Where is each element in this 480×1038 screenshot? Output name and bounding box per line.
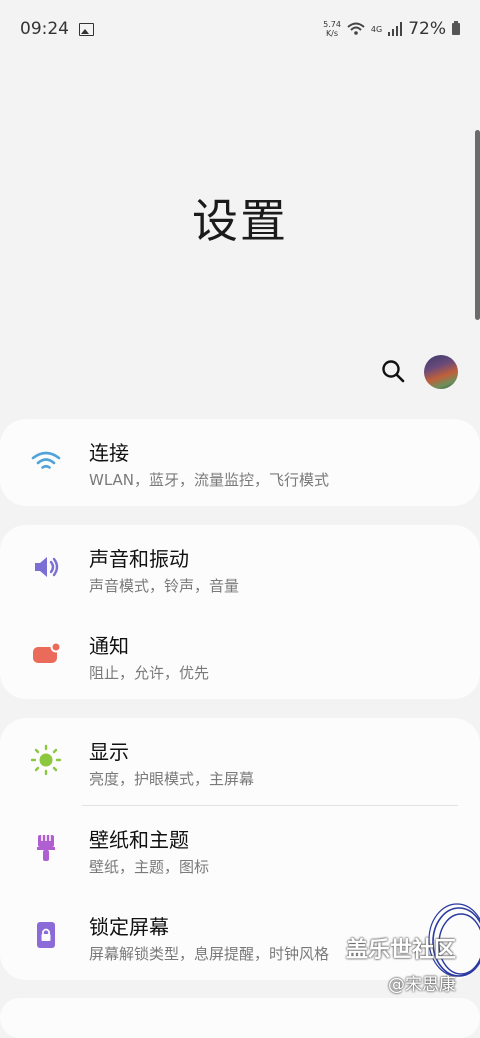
settings-item-subtitle: 声音模式，铃声，音量 (89, 577, 240, 595)
settings-item-title: 锁定屏幕 (89, 915, 169, 939)
status-bar: 09:24 5.74 K/s 4G 72% (0, 0, 480, 58)
settings-item-subtitle: 屏幕解锁类型，息屏提醒，时钟风格 (89, 945, 330, 963)
settings-item-title: 通知 (89, 634, 129, 658)
settings-group-connections: 连接 WLAN，蓝牙，流量监控，飞行模式 (0, 419, 480, 506)
speaker-icon (35, 557, 59, 577)
speed-value: 5.74 (323, 20, 341, 29)
speed-unit: K/s (325, 29, 339, 38)
cell-signal-icon (388, 22, 403, 36)
settings-item-display[interactable]: 显示 亮度，护眼模式，主屏幕 (0, 718, 480, 806)
sun-icon (30, 744, 62, 776)
settings-item-notifications[interactable]: 通知 阻止，允许，优先 (0, 612, 480, 700)
watermark-text: 盖乐世社区 (346, 938, 457, 963)
settings-item-connections[interactable]: 连接 WLAN，蓝牙，流量监控，飞行模式 (0, 419, 480, 506)
settings-item-title: 连接 (89, 441, 129, 465)
wifi-icon (31, 451, 61, 469)
settings-item-subtitle: 壁纸，主题，图标 (89, 858, 210, 876)
settings-item-title: 壁纸和主题 (89, 828, 189, 852)
settings-item-sound[interactable]: 声音和振动 声音模式，铃声，音量 (0, 525, 480, 613)
notification-icon (33, 641, 62, 663)
account-avatar[interactable] (424, 355, 458, 389)
brush-icon (37, 835, 55, 861)
settings-item-subtitle: 阻止，允许，优先 (89, 664, 210, 682)
gallery-notification-icon (79, 22, 94, 36)
settings-item-subtitle: WLAN，蓝牙，流量监控，飞行模式 (89, 471, 330, 489)
battery-icon (452, 21, 460, 35)
network-type: 4G (370, 24, 383, 34)
status-time: 09:24 (20, 19, 69, 39)
settings-item-title: 显示 (89, 740, 129, 764)
battery-percent: 72% (408, 19, 446, 39)
settings-item-wallpaper-themes[interactable]: 壁纸和主题 壁纸，主题，图标 (0, 806, 480, 894)
page-title: 设置 (192, 194, 288, 248)
settings-item-title: 声音和振动 (89, 547, 189, 571)
settings-group-next (0, 998, 480, 1038)
watermark-user: @宋思康 (388, 975, 456, 995)
lock-icon (37, 922, 55, 948)
settings-group-sound: 声音和振动 声音模式，铃声，音量 通知 阻止，允许，优先 (0, 525, 480, 699)
network-speed: 5.74 K/s (323, 20, 341, 38)
search-icon[interactable] (380, 358, 408, 386)
settings-item-subtitle: 亮度，护眼模式，主屏幕 (89, 770, 255, 788)
wifi-signal-icon (347, 22, 365, 35)
